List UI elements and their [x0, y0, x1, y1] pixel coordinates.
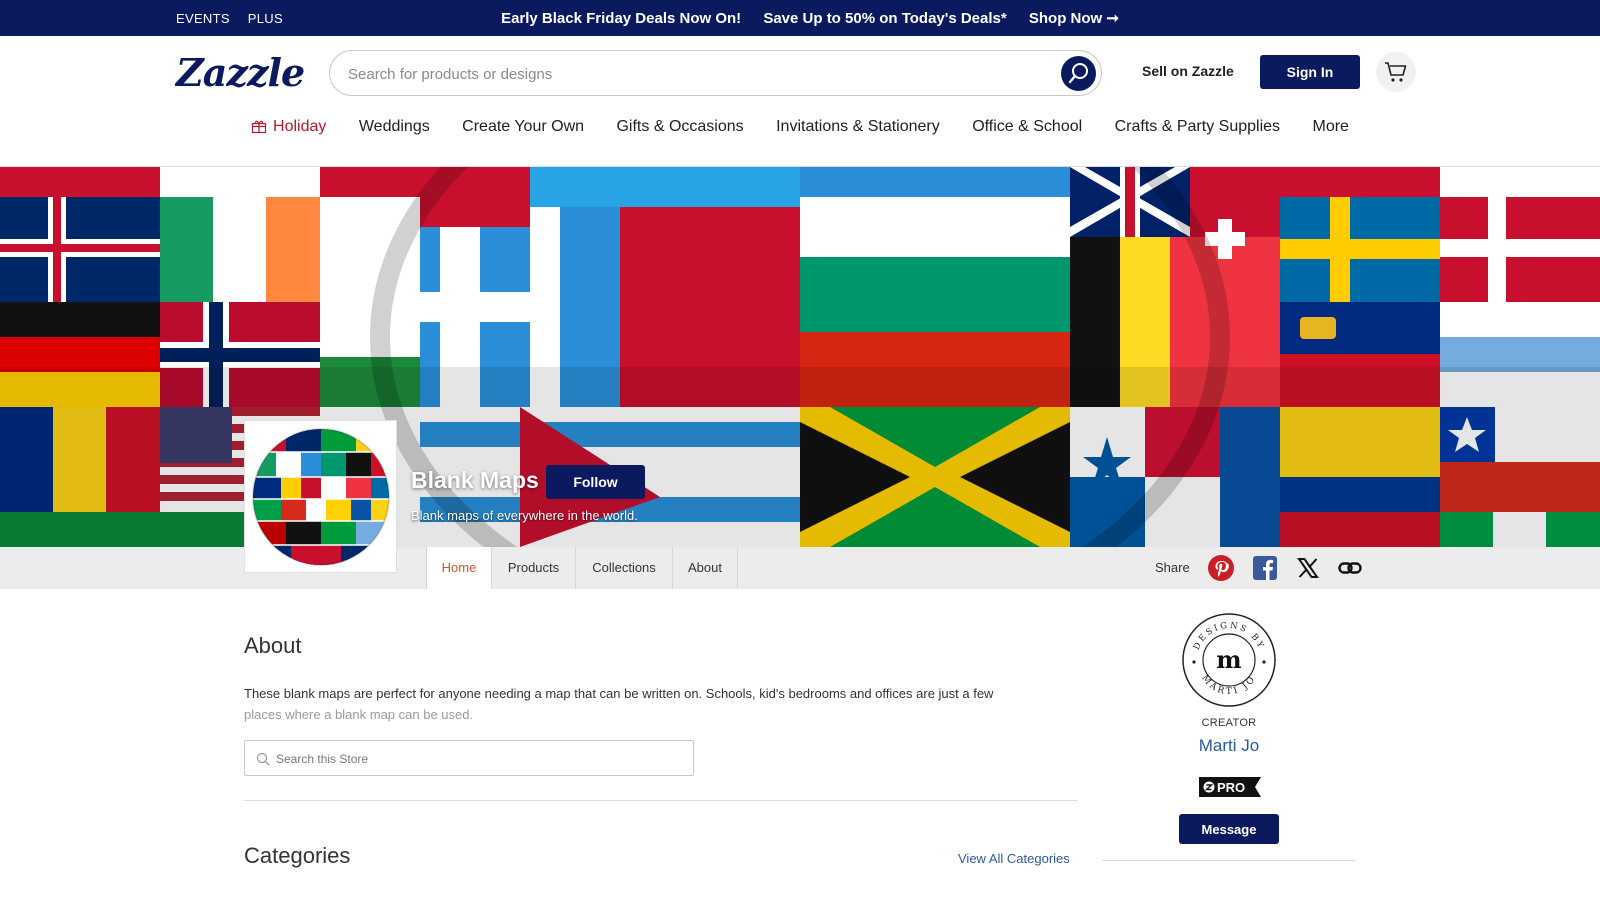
store-name: Blank Maps	[411, 467, 539, 493]
store-tab-bar: Home Products Collections About Share	[0, 547, 1600, 589]
creator-logo[interactable]: DESIGNS BY MARTI JO m	[1181, 612, 1277, 708]
tab-about[interactable]: About	[672, 547, 738, 589]
nav-item-create-your-own[interactable]: Create Your Own	[462, 118, 584, 136]
share-label: Share	[1155, 560, 1190, 575]
promo-bar: EVENTS PLUS Early Black Friday Deals Now…	[0, 0, 1600, 36]
pro-badge: PRO	[1199, 777, 1261, 797]
section-divider	[244, 800, 1078, 801]
search-icon	[1068, 63, 1088, 84]
search-bar	[329, 50, 1102, 96]
nav-item-holiday[interactable]: Holiday	[251, 118, 326, 136]
store-tagline: Blank maps of everywhere in the world.	[411, 508, 638, 523]
zazzle-logo[interactable]: Zazzle	[176, 50, 305, 95]
tab-collections[interactable]: Collections	[575, 547, 672, 589]
categories-heading: Categories	[244, 843, 351, 868]
about-line-1: These blank maps are perfect for anyone …	[244, 686, 994, 701]
creator-name-link[interactable]: Marti Jo	[1129, 736, 1329, 756]
gift-icon	[251, 120, 267, 134]
promo-offer: Save Up to 50% on Today's Deals*	[763, 10, 1007, 27]
follow-button[interactable]: Follow	[546, 465, 645, 499]
main-nav: Holiday Weddings Create Your Own Gifts &…	[0, 118, 1600, 148]
flag-globe-logo	[252, 428, 390, 566]
promo-headline: Early Black Friday Deals Now On!	[501, 10, 742, 27]
nav-item-crafts-party-supplies[interactable]: Crafts & Party Supplies	[1115, 118, 1280, 136]
svg-text:m: m	[1216, 645, 1241, 674]
nav-item-office-school[interactable]: Office & School	[972, 118, 1082, 136]
nav-item-gifts-occasions[interactable]: Gifts & Occasions	[616, 118, 743, 136]
cart-icon	[1385, 62, 1407, 82]
sign-in-button[interactable]: Sign In	[1260, 55, 1360, 89]
search-input[interactable]	[348, 63, 1028, 85]
store-search-box	[244, 740, 694, 776]
x-icon[interactable]	[1295, 555, 1321, 581]
nav-item-more[interactable]: More	[1312, 118, 1348, 136]
sell-on-zazzle-link[interactable]: Sell on Zazzle	[1142, 63, 1234, 79]
about-heading: About	[244, 633, 302, 658]
search-button[interactable]	[1061, 56, 1096, 91]
about-line-2: places where a blank map can be used.	[244, 707, 474, 722]
store-avatar	[244, 420, 397, 573]
tab-home[interactable]: Home	[426, 547, 491, 589]
pro-badge-text: PRO	[1217, 780, 1245, 795]
creator-label: CREATOR	[1201, 717, 1257, 729]
view-all-categories-link[interactable]: View All Categories	[958, 851, 1070, 866]
sidebar-divider	[1102, 860, 1356, 861]
cart-button[interactable]	[1376, 52, 1416, 92]
search-icon	[256, 752, 270, 766]
tab-products[interactable]: Products	[491, 547, 575, 589]
nav-item-invitations-stationery[interactable]: Invitations & Stationery	[776, 118, 940, 136]
promo-message: Early Black Friday Deals Now On! Save Up…	[0, 9, 1600, 27]
pinterest-icon[interactable]	[1208, 555, 1234, 581]
nav-item-label: Holiday	[273, 118, 327, 135]
flags-banner-image	[0, 167, 1600, 547]
store-banner	[0, 167, 1600, 547]
nav-item-weddings[interactable]: Weddings	[359, 118, 430, 136]
message-button[interactable]: Message	[1179, 814, 1279, 844]
shop-now-link[interactable]: Shop Now ➞	[1029, 10, 1119, 27]
about-description: These blank maps are perfect for anyone …	[244, 683, 1074, 725]
facebook-icon[interactable]	[1252, 555, 1278, 581]
store-search-input[interactable]	[276, 750, 676, 768]
link-icon[interactable]	[1337, 555, 1363, 581]
